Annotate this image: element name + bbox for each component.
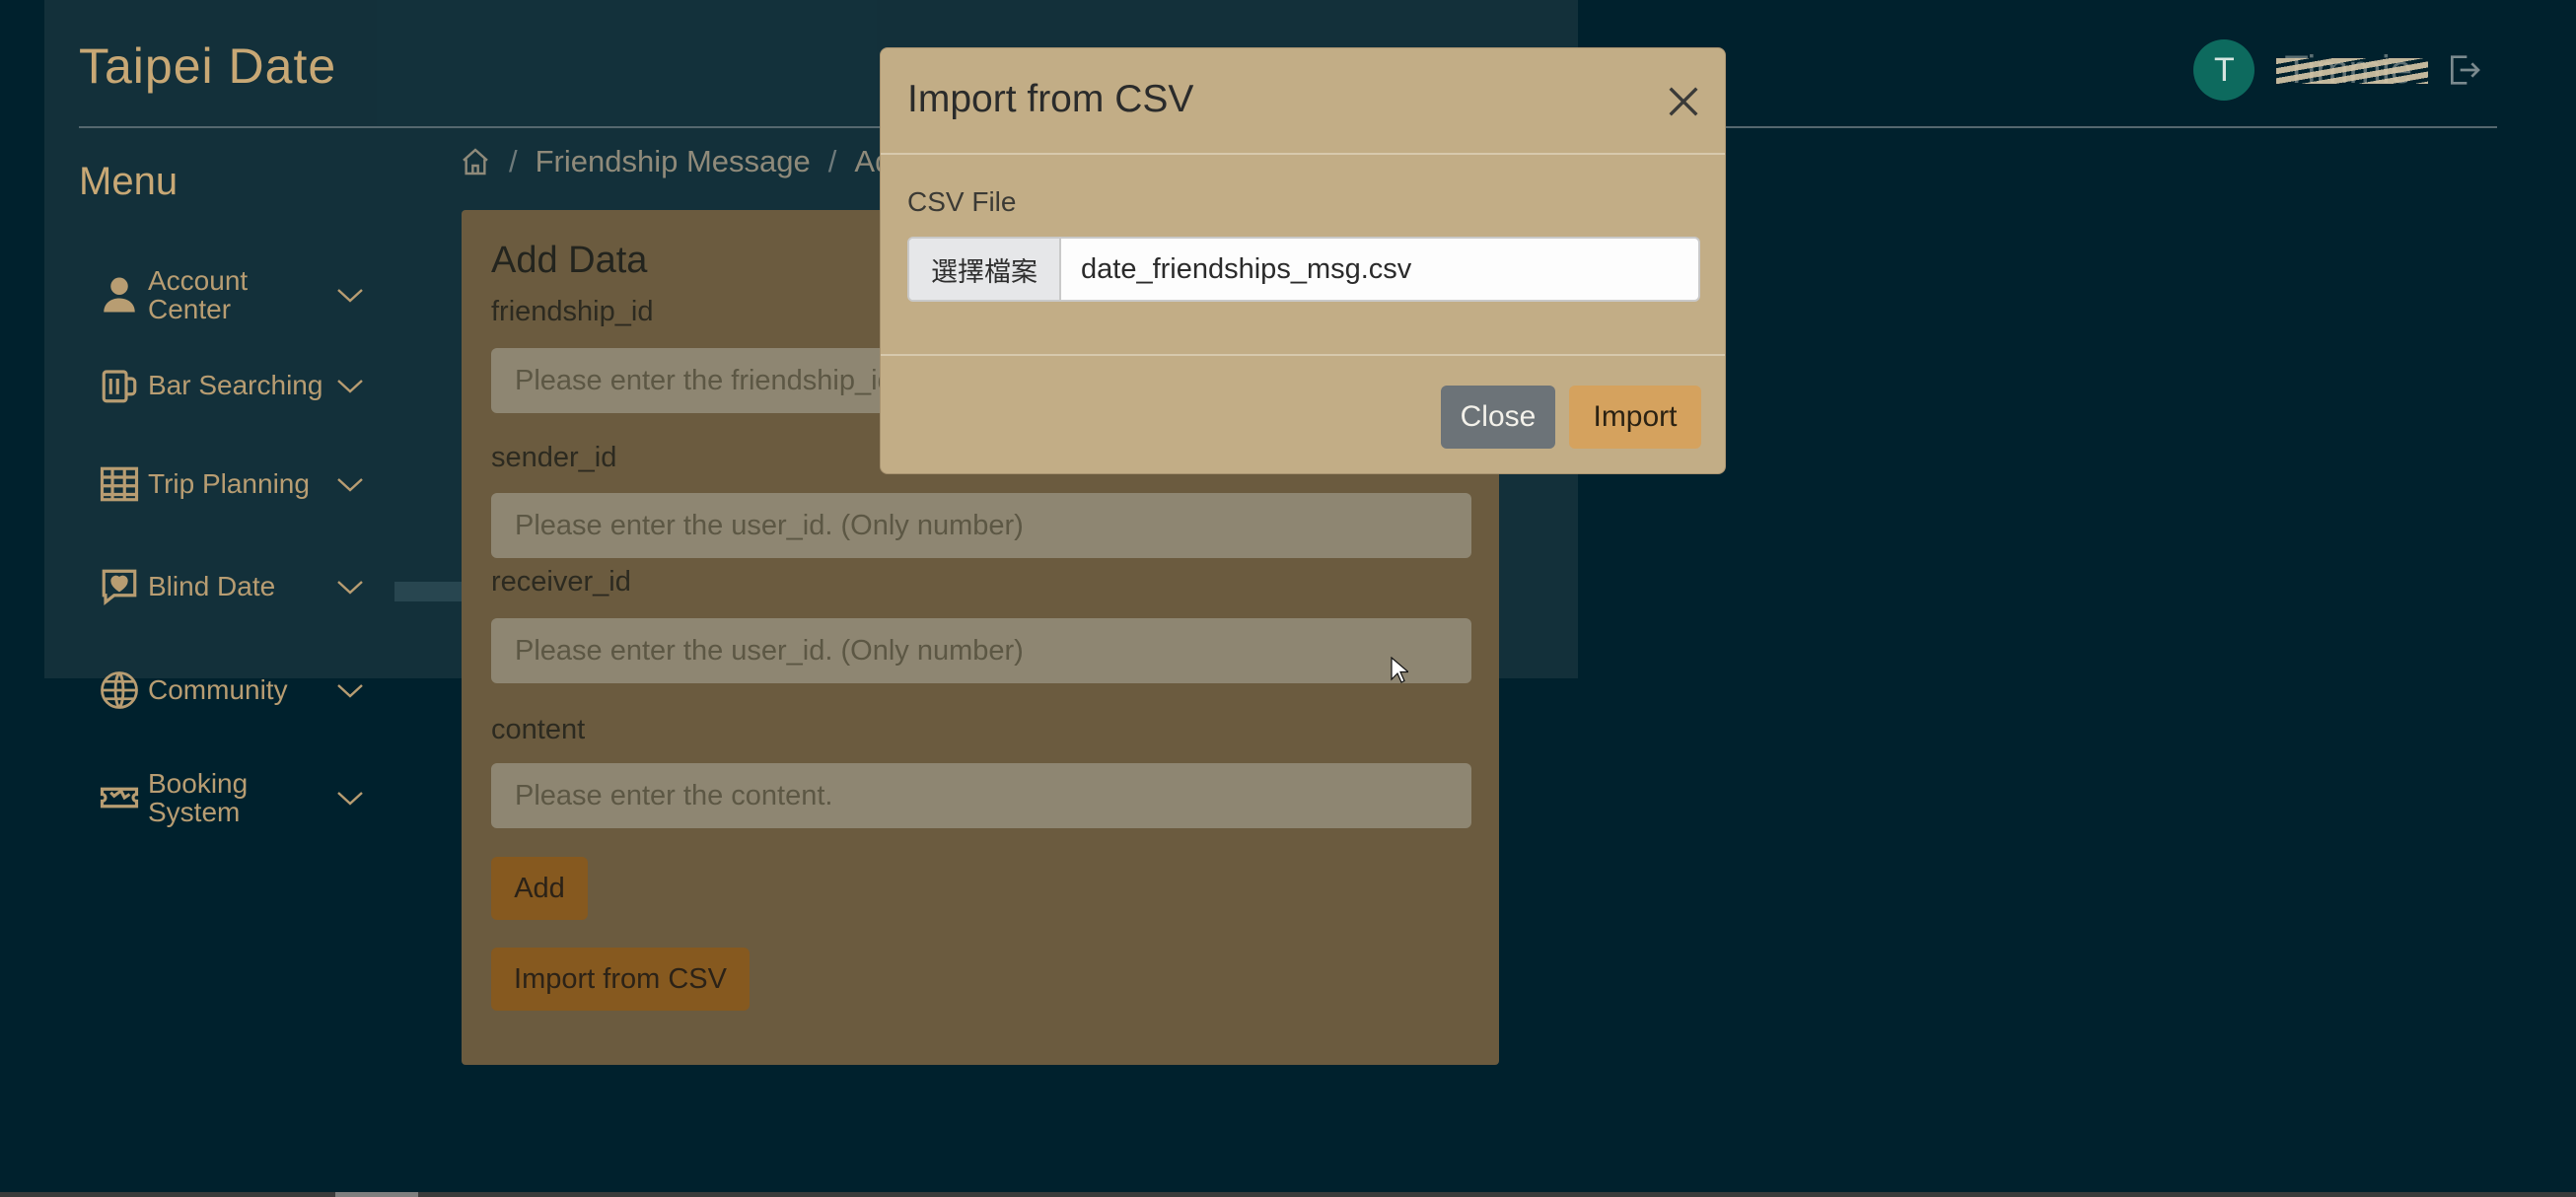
sidebar-item-label: Account Center [148,265,249,325]
close-button[interactable]: Close [1441,386,1555,449]
brand-title[interactable]: Taipei Date [79,37,336,95]
user-box: T Timmie [2193,39,2485,101]
sender-id-input[interactable]: Please enter the user_id. (Only number) [491,493,1471,558]
sidebar-item-label: Trip Planning [148,468,310,500]
import-button[interactable]: Import [1569,386,1701,449]
selected-file-name: date_friendships_msg.csv [1081,252,1412,285]
home-icon[interactable] [460,146,491,177]
modal-footer-divider [881,354,1725,356]
chevron-down-icon [337,289,363,304]
breadcrumb: / Friendship Message / Add [460,144,909,179]
sidebar-item-account-center[interactable]: Account Center [99,266,365,324]
sidebar-item-booking-system[interactable]: Booking System [99,769,365,827]
username: Timmie [2276,47,2428,92]
breadcrumb-separator: / [827,144,837,178]
sidebar-item-community[interactable]: Community [99,669,365,711]
sidebar-item-label: Booking System [148,768,249,828]
sidebar-item-bar-searching[interactable]: Bar Searching [99,365,365,406]
csv-file-label: CSV File [907,186,1017,217]
mouse-cursor-icon [1391,657,1408,683]
receiver-id-input[interactable]: Please enter the user_id. (Only number) [491,618,1471,683]
sidebar-item-blind-date[interactable]: Blind Date [99,566,365,607]
content-label: content [491,714,586,745]
sidebar-item-label: Blind Date [148,571,276,602]
chevron-down-icon [337,684,363,698]
app-root: Taipei Date T Timmie Menu Account Center… [0,0,2576,1197]
sidebar-item-label: Bar Searching [148,370,323,401]
globe-icon [101,671,138,709]
friendship-id-label: friendship_id [491,296,654,327]
avatar[interactable]: T [2193,39,2255,101]
chevron-down-icon [337,478,363,492]
add-button[interactable]: Add [491,857,588,920]
import-from-csv-button[interactable]: Import from CSV [491,948,750,1011]
card-title: Add Data [491,240,648,281]
breadcrumb-item-friendship-message[interactable]: Friendship Message [536,144,811,179]
beer-mug-icon [102,370,137,403]
csv-file-input[interactable]: 選擇檔案 date_friendships_msg.csv [907,237,1700,302]
logout-icon[interactable] [2442,50,2485,90]
user-icon [104,277,135,313]
content-input[interactable]: Please enter the content. [491,763,1471,828]
receiver-id-label: receiver_id [491,566,631,598]
sidebar-item-label: Community [148,674,288,706]
sender-id-label: sender_id [491,442,617,473]
modal-title: Import from CSV [907,78,1194,120]
sidebar-item-trip-planning[interactable]: Trip Planning [99,463,365,505]
breadcrumb-separator: / [509,144,518,178]
import-csv-modal: Import from CSV CSV File 選擇檔案 date_frien… [880,47,1726,474]
chevron-down-icon [337,581,363,595]
heart-chat-icon [102,569,137,606]
menu-title: Menu [79,160,179,203]
close-icon[interactable] [1664,82,1703,121]
scrollbar-thumb[interactable] [335,1192,418,1197]
chevron-down-icon [337,380,363,393]
table-grid-icon [100,466,139,502]
chevron-down-icon [337,792,363,807]
choose-file-button[interactable]: 選擇檔案 [909,239,1061,300]
ticket-icon [100,788,139,809]
